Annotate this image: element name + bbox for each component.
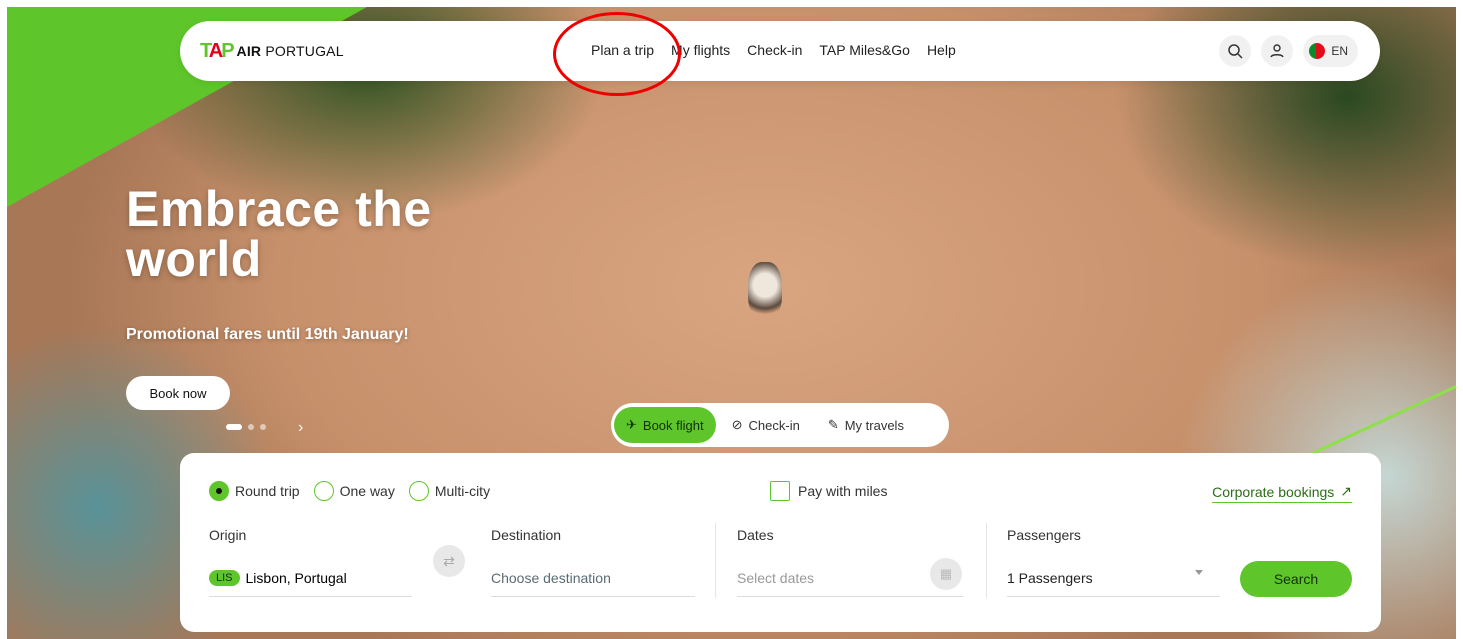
hero-headline: Embrace the world <box>126 184 432 284</box>
checkbox-label: Pay with miles <box>798 483 888 499</box>
passengers-label: Passengers <box>1007 527 1081 543</box>
nav-icons: EN <box>1219 35 1358 67</box>
tab-book-flight[interactable]: ✈ Book flight <box>614 407 716 443</box>
search-button[interactable]: Search <box>1240 561 1352 597</box>
user-icon[interactable] <box>1261 35 1294 67</box>
plane-icon: ✈ <box>626 417 637 432</box>
origin-value: Lisbon, Portugal <box>245 570 347 586</box>
booking-tabs: ✈ Book flight ⊘ Check-in ✎ My travels <box>611 403 949 447</box>
portugal-flag-icon <box>1309 43 1326 59</box>
link-label: Corporate bookings <box>1212 483 1335 500</box>
passengers-select[interactable]: 1 Passengers <box>1007 560 1220 597</box>
field-divider <box>986 523 987 598</box>
radio-one-way[interactable]: One way <box>313 481 395 501</box>
tab-check-in[interactable]: ⊘ Check-in <box>720 407 812 443</box>
annotation-circle <box>553 12 681 96</box>
dates-placeholder: Select dates <box>737 570 815 586</box>
menu-check-in[interactable]: Check-in <box>747 42 802 58</box>
search-icon[interactable] <box>1219 35 1252 67</box>
carousel-dots <box>226 424 266 430</box>
radio-round-trip[interactable]: Round trip <box>209 481 300 501</box>
check-circle-icon: ⊘ <box>731 417 743 432</box>
field-divider <box>715 523 716 598</box>
external-link-icon: ↗ <box>1340 483 1352 499</box>
radio-label: Multi-city <box>434 483 491 499</box>
tab-my-travels[interactable]: ✎ My travels <box>816 407 916 443</box>
passengers-value: 1 Passengers <box>1007 570 1093 586</box>
menu-tap-miles-go[interactable]: TAP Miles&Go <box>819 42 910 58</box>
ticket-icon: ✎ <box>827 417 839 432</box>
tap-logo-text: AIR PORTUGAL <box>236 43 344 59</box>
calendar-icon[interactable]: ▦ <box>930 558 962 590</box>
destination-label: Destination <box>491 527 562 543</box>
booking-panel <box>180 453 1381 632</box>
chevron-right-icon[interactable]: › <box>298 419 303 437</box>
dates-field[interactable]: Select dates <box>737 560 963 597</box>
hero-headline-line2: world <box>126 231 262 287</box>
hero-couple-figure <box>748 262 782 320</box>
pay-with-miles-checkbox[interactable]: Pay with miles <box>770 481 887 501</box>
radio-label: Round trip <box>235 483 300 499</box>
carousel-dot[interactable] <box>248 424 254 430</box>
language-label: EN <box>1331 44 1348 58</box>
hero-headline-line1: Embrace the <box>126 181 432 237</box>
radio-label: One way <box>339 483 395 499</box>
chevron-down-icon <box>1195 570 1203 575</box>
trip-type-group: Round trip One way Multi-city <box>209 481 490 501</box>
origin-code-badge: LIS <box>209 570 240 586</box>
swap-icon[interactable]: ⇄ <box>433 545 465 577</box>
tap-logo[interactable]: TAP AIR PORTUGAL <box>200 41 344 61</box>
carousel-dot[interactable] <box>260 424 266 430</box>
radio-multi-city[interactable]: Multi-city <box>408 481 491 501</box>
tap-logo-mark: TAP <box>200 40 235 62</box>
origin-label: Origin <box>209 527 247 543</box>
book-now-button[interactable]: Book now <box>126 376 230 410</box>
carousel-dot[interactable] <box>226 424 242 430</box>
language-selector[interactable]: EN <box>1303 35 1358 67</box>
destination-field[interactable]: Choose destination <box>491 560 695 597</box>
destination-placeholder: Choose destination <box>491 570 611 586</box>
corporate-bookings-link[interactable]: Corporate bookings ↗ <box>1212 483 1352 503</box>
tab-label: Book flight <box>642 417 704 433</box>
dates-label: Dates <box>737 527 774 543</box>
origin-field[interactable]: LIS Lisbon, Portugal <box>209 560 412 597</box>
hero-promo: Promotional fares until 19th January! <box>126 326 409 343</box>
menu-help[interactable]: Help <box>927 42 956 58</box>
tab-label: Check-in <box>748 417 800 433</box>
tab-label: My travels <box>844 417 904 433</box>
